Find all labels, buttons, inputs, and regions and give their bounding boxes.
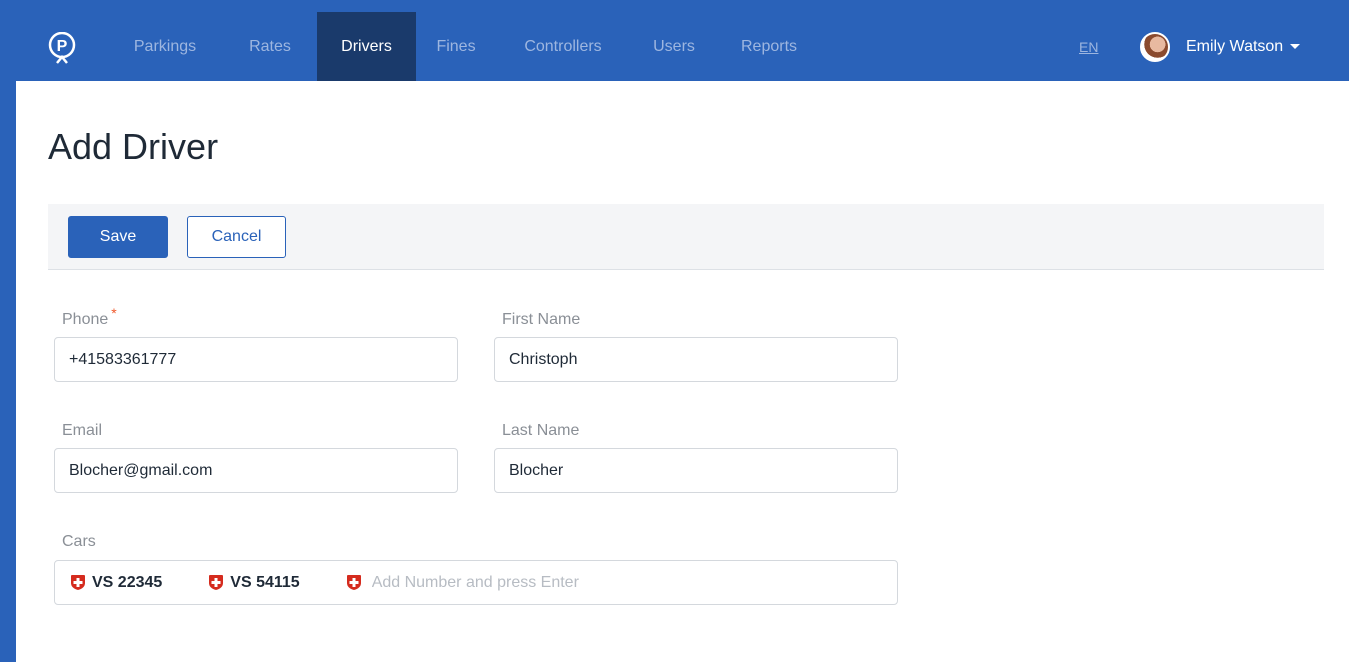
car-tag[interactable]: VS 22345 [70, 574, 162, 592]
nav-item-rates[interactable]: Rates [232, 12, 308, 81]
last-name-label: Last Name [502, 422, 580, 439]
swiss-flag-icon [209, 575, 224, 590]
cancel-button[interactable]: Cancel [187, 216, 286, 258]
language-switch[interactable]: EN [1079, 12, 1098, 81]
nav-item-drivers[interactable]: Drivers [317, 12, 416, 81]
email-input[interactable] [54, 448, 458, 493]
swiss-flag-icon [346, 575, 361, 590]
car-number: VS 54115 [230, 573, 300, 591]
phone-input[interactable] [54, 337, 458, 382]
svg-text:P: P [57, 38, 68, 55]
swiss-flag-icon [71, 575, 85, 590]
nav-item-controllers[interactable]: Controllers [506, 12, 620, 81]
form-toolbar: Save Cancel [48, 204, 1324, 270]
nav-item-reports[interactable]: Reports [726, 12, 812, 81]
last-name-input[interactable] [494, 448, 898, 493]
app-frame: P Parkings Rates Drivers Fines Controlle… [16, 12, 1349, 662]
first-name-label: First Name [502, 311, 581, 328]
cars-tag-input[interactable]: VS 22345 VS 54115 [54, 560, 898, 605]
email-label: Email [62, 422, 103, 439]
car-number-input[interactable] [371, 573, 772, 592]
user-menu[interactable]: Emily Watson [1140, 12, 1301, 81]
user-avatar [1140, 31, 1170, 62]
chevron-down-icon [1290, 44, 1301, 49]
top-navbar: P Parkings Rates Drivers Fines Controlle… [16, 12, 1349, 81]
parking-logo-icon[interactable]: P [48, 32, 76, 66]
cars-label: Cars [62, 533, 96, 550]
nav-item-users[interactable]: Users [636, 12, 712, 81]
nav-item-fines[interactable]: Fines [420, 12, 492, 81]
user-name: Emily Watson [1186, 37, 1284, 55]
car-number: VS 22345 [92, 573, 163, 591]
page-title: Add Driver [48, 126, 219, 167]
phone-label: Phone * [62, 305, 117, 328]
nav-item-parkings[interactable]: Parkings [112, 12, 218, 81]
required-mark: * [111, 305, 117, 321]
car-tag[interactable]: VS 54115 [208, 573, 300, 592]
save-button[interactable]: Save [68, 216, 168, 258]
first-name-input[interactable] [494, 337, 898, 382]
